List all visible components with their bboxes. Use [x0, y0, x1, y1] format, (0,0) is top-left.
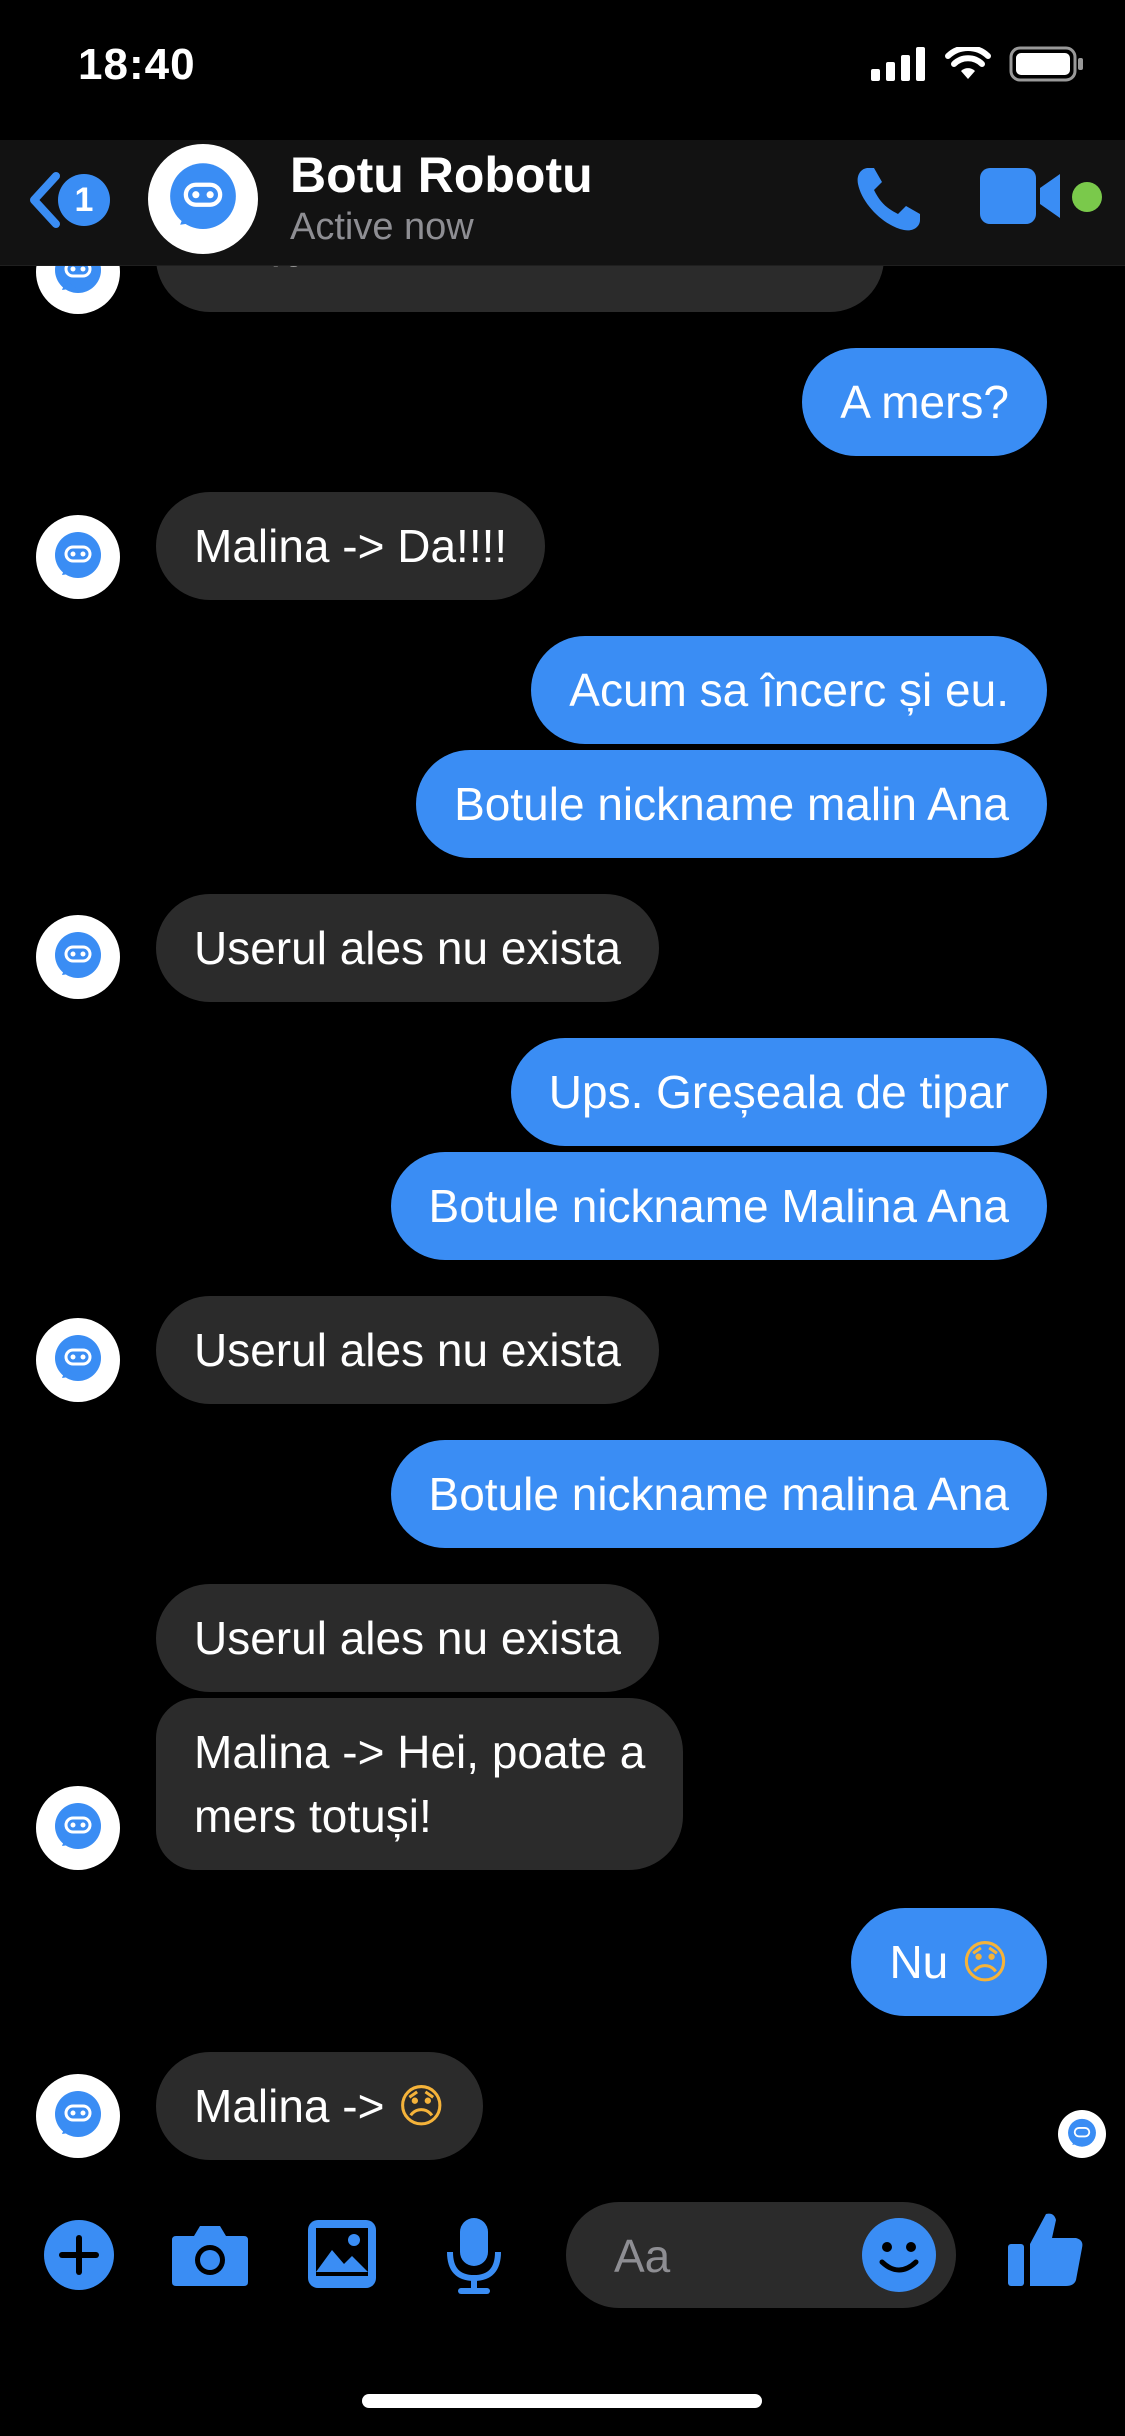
- message-bubble-outgoing[interactable]: Acum sa încerc și eu.: [531, 636, 1047, 744]
- message-bubble-outgoing[interactable]: Nu 😞: [851, 1908, 1047, 2016]
- status-bar: 18:40: [0, 0, 1125, 140]
- status-icons: [871, 46, 1085, 82]
- message-bubble-incoming[interactable]: Malina -> Da!!!!: [156, 492, 546, 600]
- message-line: mers totuși!: [194, 1790, 432, 1842]
- video-camera-icon[interactable]: [980, 168, 1066, 224]
- bot-avatar-icon: [55, 532, 101, 578]
- message-input[interactable]: [612, 2228, 876, 2284]
- bot-avatar-icon: [55, 2091, 101, 2137]
- microphone-icon[interactable]: [444, 2216, 504, 2296]
- back-button[interactable]: 1: [24, 170, 110, 230]
- presence-status: Active now: [290, 206, 474, 248]
- message-bubble-outgoing[interactable]: Botule nickname malin Ana: [416, 750, 1047, 858]
- contact-name[interactable]: Botu Robotu: [290, 146, 593, 204]
- message-bubble-incoming[interactable]: Userul ales nu exista: [156, 894, 659, 1002]
- message-input-box[interactable]: [566, 2202, 956, 2308]
- wifi-icon: [945, 47, 991, 79]
- online-indicator: [1072, 182, 1102, 212]
- message-bubble-outgoing[interactable]: Ups. Greșeala de tipar: [510, 1038, 1047, 1146]
- message-bubble-outgoing[interactable]: A mers?: [802, 348, 1047, 456]
- message-bubble-outgoing[interactable]: Botule nickname malina Ana: [390, 1440, 1047, 1548]
- message-line: Malina -> Hei, poate a: [194, 1726, 646, 1778]
- thumbs-up-icon[interactable]: [1004, 2208, 1086, 2290]
- bot-avatar-icon: [55, 1803, 101, 1849]
- sad-face-emoji: 😞: [961, 1935, 1009, 1989]
- plus-icon[interactable]: [42, 2218, 116, 2292]
- status-time: 18:40: [78, 40, 196, 89]
- bot-avatar-icon: [55, 932, 101, 978]
- message-bubble-incoming[interactable]: Userul ales nu exista: [156, 1584, 659, 1692]
- home-indicator[interactable]: [362, 2394, 762, 2408]
- message-bubble-incoming[interactable]: Malina -> Hei, poate a mers totuși!: [156, 1698, 684, 1870]
- seen-indicator-avatar: [1058, 2110, 1106, 2158]
- contact-avatar[interactable]: [148, 144, 258, 254]
- signal-icon: [871, 47, 925, 81]
- sad-face-emoji: 😞: [397, 2079, 446, 2133]
- message-bubble-incoming[interactable]: Malina -> 😞: [156, 2052, 484, 2160]
- bot-avatar-icon: [55, 1335, 101, 1381]
- bot-avatar-icon: [1068, 2118, 1096, 2147]
- bot-avatar[interactable]: [36, 1318, 120, 1402]
- message-text: Malina ->: [194, 2080, 385, 2132]
- smiley-icon[interactable]: [860, 2216, 938, 2294]
- camera-icon[interactable]: [170, 2222, 250, 2288]
- bot-avatar[interactable]: [36, 1786, 120, 1870]
- unread-count-badge: 1: [58, 174, 110, 226]
- conversation-header: 1 Botu Robotu Active now: [0, 140, 1125, 266]
- battery-icon: [1009, 46, 1083, 82]
- photo-icon[interactable]: [306, 2218, 378, 2290]
- bot-avatar[interactable]: [36, 515, 120, 599]
- message-text: Nu: [889, 1936, 949, 1988]
- composer-bar: [0, 2190, 1125, 2330]
- phone-icon[interactable]: [850, 162, 926, 238]
- message-bubble-outgoing[interactable]: Botule nickname Malina Ana: [390, 1152, 1047, 1260]
- bot-avatar[interactable]: [36, 915, 120, 999]
- bot-avatar-icon: [170, 163, 236, 229]
- message-bubble-incoming[interactable]: Userul ales nu exista: [156, 1296, 659, 1404]
- bot-avatar[interactable]: [36, 2074, 120, 2158]
